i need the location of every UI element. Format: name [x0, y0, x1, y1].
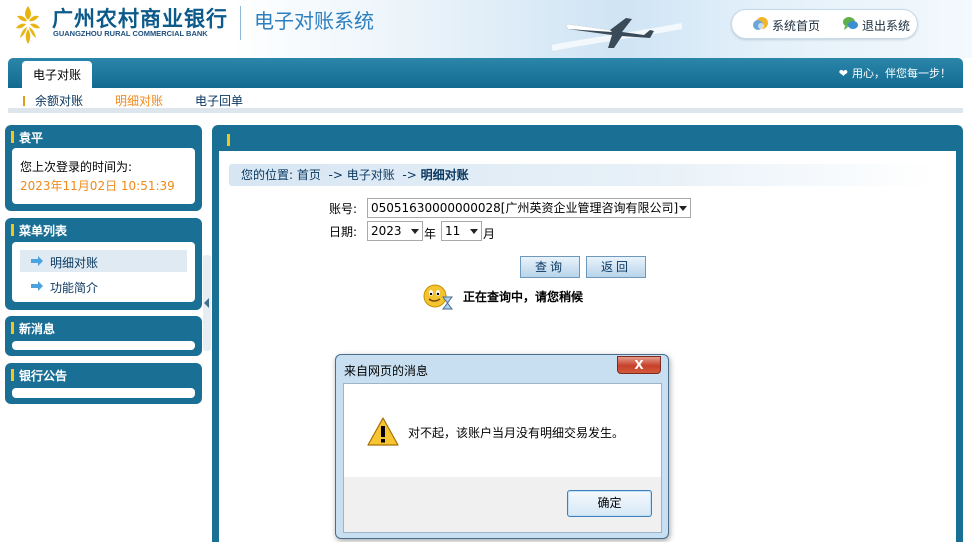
- last-login-label: 您上次登录的时间为:: [20, 160, 133, 174]
- notice-panel-body: [12, 388, 195, 398]
- main-panel-marker: [227, 134, 230, 146]
- heart-icon: ❤: [838, 67, 848, 80]
- chevron-down-icon: [679, 206, 687, 211]
- user-name: 袁平: [11, 129, 43, 146]
- loading-text: 正在查询中，请您稍候: [463, 290, 584, 304]
- chevron-down-icon: [470, 229, 478, 234]
- breadcrumb-e-recon[interactable]: 电子对账: [347, 168, 395, 182]
- home-icon: [753, 17, 768, 30]
- app-header: 广州农村商业银行 GUANGZHOU RURAL COMMERCIAL BANK…: [0, 0, 972, 58]
- menu-panel: 菜单列表 明细对账 功能简介: [5, 218, 202, 310]
- month-unit: 月: [483, 227, 496, 241]
- warning-icon: [367, 417, 399, 446]
- notice-panel-title: 银行公告: [11, 367, 67, 384]
- close-button[interactable]: X: [617, 356, 661, 374]
- logout-link[interactable]: 退出系统: [843, 17, 910, 34]
- chevron-down-icon: [411, 229, 419, 234]
- slogan: ❤ 用心，伴您每一步！: [838, 67, 951, 80]
- account-select[interactable]: 05051630000000028[广州英资企业管理咨询有限公司]: [367, 198, 691, 218]
- back-button[interactable]: 返回: [586, 256, 646, 278]
- news-panel-body: [12, 341, 195, 350]
- user-panel: 袁平 您上次登录的时间为: 2023年11月02日 10:51:39: [5, 125, 202, 211]
- arrow-right-icon: [31, 281, 43, 291]
- header-links: 系统首页 退出系统: [731, 9, 918, 39]
- sidebar-toggle[interactable]: [203, 255, 211, 351]
- query-button[interactable]: 查询: [520, 256, 580, 278]
- header-divider: [240, 6, 241, 40]
- main-navbar: 电子对账 ❤ 用心，伴您每一步！: [8, 58, 963, 88]
- news-panel: 新消息: [5, 316, 202, 356]
- dialog-title: 来自网页的消息: [344, 364, 429, 378]
- dialog-content: 对不起，该账户当月没有明细交易发生。 确定: [343, 383, 662, 533]
- tab-e-reconciliation[interactable]: 电子对账: [22, 61, 92, 88]
- year-unit: 年: [424, 227, 437, 241]
- account-label: 账号:: [329, 202, 358, 216]
- menu-item-detail[interactable]: 明细对账: [20, 250, 187, 272]
- ok-button[interactable]: 确定: [567, 490, 652, 517]
- bank-logo-icon: [16, 6, 40, 44]
- sub-navbar: 余额对账 明细对账 电子回单: [8, 88, 963, 113]
- dialog-message-area: 对不起，该账户当月没有明细交易发生。: [344, 384, 661, 477]
- logout-icon: [843, 17, 858, 30]
- news-panel-title: 新消息: [11, 320, 55, 337]
- month-select[interactable]: 11: [441, 221, 482, 241]
- user-panel-body: 您上次登录的时间为: 2023年11月02日 10:51:39: [12, 148, 195, 204]
- breadcrumb: 您的位置: 首页 -> 电子对账 -> 明细对账: [229, 164, 935, 186]
- date-label: 日期:: [329, 225, 358, 239]
- menu-panel-body: 明细对账 功能简介: [12, 242, 195, 302]
- subnav-item-receipt[interactable]: 电子回单: [195, 92, 243, 109]
- home-link[interactable]: 系统首页: [753, 17, 820, 34]
- notice-panel: 银行公告: [5, 363, 202, 404]
- smiley-hourglass-icon: [423, 284, 453, 310]
- arrow-right-icon: [31, 256, 43, 266]
- subnav-item-balance[interactable]: 余额对账: [35, 92, 83, 109]
- collapse-arrow-icon: [204, 298, 209, 308]
- year-select[interactable]: 2023: [367, 221, 423, 241]
- dialog-message: 对不起，该账户当月没有明细交易发生。: [408, 426, 625, 440]
- bank-name-en: GUANGZHOU RURAL COMMERCIAL BANK: [53, 29, 208, 38]
- subnav-item-detail[interactable]: 明细对账: [115, 92, 163, 109]
- menu-item-intro[interactable]: 功能简介: [20, 275, 187, 297]
- last-login-time: 2023年11月02日 10:51:39: [20, 179, 175, 193]
- system-title: 电子对账系统: [254, 9, 374, 33]
- alert-dialog: 来自网页的消息 X 对不起，该账户当月没有明细交易发生。 确定: [335, 354, 669, 539]
- breadcrumb-home[interactable]: 首页: [297, 168, 321, 182]
- breadcrumb-current: 明细对账: [420, 168, 469, 182]
- menu-panel-title: 菜单列表: [11, 222, 67, 239]
- subnav-marker: [23, 96, 25, 106]
- airplane-icon: [552, 18, 682, 51]
